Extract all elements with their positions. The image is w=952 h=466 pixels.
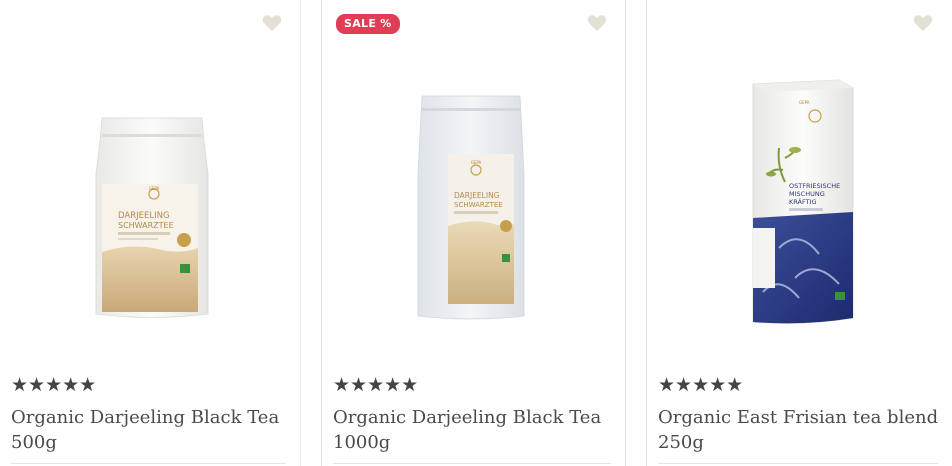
heart-icon[interactable]: [587, 14, 607, 32]
pack-line1: DARJEELING: [118, 211, 170, 221]
divider: [658, 463, 938, 464]
sale-badge: SALE %: [336, 14, 400, 34]
product-title-link[interactable]: Organic East Frisian tea blend 250g: [658, 407, 938, 453]
rating-stars: ★★★★★: [333, 374, 419, 396]
divider: [11, 463, 286, 464]
product-image[interactable]: GEPA DARJEELING SCHWARZTEE: [322, 40, 625, 360]
pack-line2: SCHWARZTEE: [118, 221, 174, 230]
product-card: SALE % GEPA DARJEELING SCHWARZTEE ★★★★★ …: [321, 0, 626, 466]
product-title[interactable]: Organic Darjeeling Black Tea 500g: [11, 405, 290, 455]
product-title-link[interactable]: Organic Darjeeling Black Tea 1000g: [333, 407, 601, 453]
pack-brand: GEPA: [149, 186, 160, 191]
product-title-link[interactable]: Organic Darjeeling Black Tea 500g: [11, 407, 279, 453]
pack-brand: GEPA: [471, 160, 482, 165]
divider: [333, 463, 611, 464]
product-image[interactable]: GEPA OSTFRIESISCHE MISCHUNG KRÄFTIG: [647, 40, 952, 360]
product-card: GEPA OSTFRIESISCHE MISCHUNG KRÄFTIG ★★★★…: [646, 0, 952, 466]
product-card: GEPA DARJEELING SCHWARZTEE ★★★★★ Organic…: [0, 0, 301, 466]
product-title[interactable]: Organic East Frisian tea blend 250g: [658, 405, 942, 455]
pack-line3: KRÄFTIG: [789, 197, 817, 206]
product-grid: GEPA DARJEELING SCHWARZTEE ★★★★★ Organic…: [0, 0, 952, 466]
heart-icon[interactable]: [913, 14, 933, 32]
pack-line2: MISCHUNG: [789, 190, 825, 198]
rating-stars: ★★★★★: [658, 374, 744, 396]
rating-stars: ★★★★★: [11, 374, 97, 396]
pack-line1: DARJEELING: [454, 191, 500, 200]
product-image[interactable]: GEPA DARJEELING SCHWARZTEE: [0, 40, 300, 360]
pack-line1: OSTFRIESISCHE: [789, 182, 840, 190]
pack-line2: SCHWARZTEE: [454, 201, 503, 209]
pack-brand: GEPA: [799, 100, 810, 105]
product-title[interactable]: Organic Darjeeling Black Tea 1000g: [333, 405, 615, 455]
heart-icon[interactable]: [262, 14, 282, 32]
